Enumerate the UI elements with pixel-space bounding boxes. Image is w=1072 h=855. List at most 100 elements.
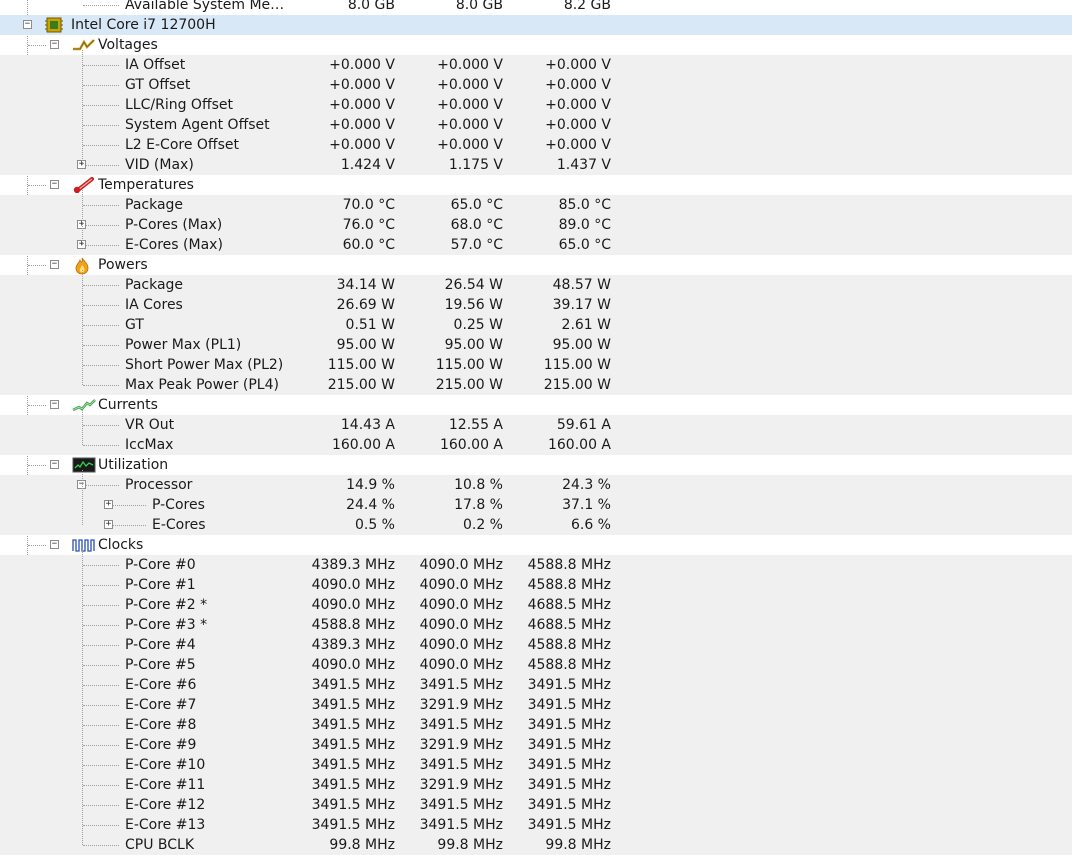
current-value: 60.0 °C [342,237,395,253]
sensor-label: E-Cores (Max) [125,237,223,253]
group-powers[interactable]: − Powers [0,255,1072,275]
row-available-system-memory[interactable]: Available System Me… 8.0 GB 8.0 GB 8.2 GB [0,0,1072,15]
sensor-label: IccMax [125,437,174,453]
row-e-core-9[interactable]: E-Core #9 3491.5 MHz 3291.9 MHz 3491.5 MHz [0,735,1072,755]
row-processor[interactable]: − Processor 14.9 % 10.8 % 24.3 % [0,475,1072,495]
max-value: 6.6 % [570,517,611,533]
current-value: 26.69 W [336,297,395,313]
row-e-core-13[interactable]: E-Core #13 3491.5 MHz 3491.5 MHz 3491.5 MHz [0,815,1072,835]
expand-toggle-icon[interactable]: + [104,520,113,529]
row-l2-e-core-offset[interactable]: L2 E-Core Offset +0.000 V +0.000 V +0.000 V [0,135,1072,155]
max-value: 2.61 W [561,317,611,333]
collapse-toggle-icon[interactable]: − [50,180,59,189]
sensor-label: GT Offset [125,77,191,93]
tree-guide-group [82,190,83,245]
max-value: 1.437 V [556,157,611,173]
sensor-label: E-Core #13 [125,817,206,833]
max-value: 4688.5 MHz [527,597,611,613]
row-p-core-1[interactable]: P-Core #1 4090.0 MHz 4090.0 MHz 4588.8 MHz [0,575,1072,595]
group-label: Utilization [98,457,169,473]
min-value: 3491.5 MHz [419,677,503,693]
sensor-label: E-Core #11 [125,777,206,793]
row-temp-package[interactable]: Package 70.0 °C 65.0 °C 85.0 °C [0,195,1072,215]
row-util-p-cores[interactable]: + P-Cores 24.4 % 17.8 % 37.1 % [0,495,1072,515]
min-value: 160.00 A [439,437,503,453]
row-iccmax[interactable]: IccMax 160.00 A 160.00 A 160.00 A [0,435,1072,455]
row-p-core-4[interactable]: P-Core #4 4389.3 MHz 4090.0 MHz 4588.8 MHz [0,635,1072,655]
sensor-label: P-Cores (Max) [125,217,223,233]
tree-guide-group [82,470,83,525]
row-p-core-2[interactable]: P-Core #2 * 4090.0 MHz 4090.0 MHz 4688.5 MH… [0,595,1072,615]
row-power-package[interactable]: Package 34.14 W 26.54 W 48.57 W [0,275,1072,295]
row-e-core-12[interactable]: E-Core #12 3491.5 MHz 3491.5 MHz 3491.5 MHz [0,795,1072,815]
current-value: 3491.5 MHz [311,677,395,693]
max-value: 4588.8 MHz [527,577,611,593]
row-llc-ring-offset[interactable]: LLC/Ring Offset +0.000 V +0.000 V +0.000 V [0,95,1072,115]
max-value: 24.3 % [562,477,611,493]
sensor-label: P-Cores [152,497,205,513]
row-e-core-8[interactable]: E-Core #8 3491.5 MHz 3491.5 MHz 3491.5 MHz [0,715,1072,735]
row-intel-core-i7-12700h[interactable]: − Intel Core i7 12700H [0,15,1072,35]
sensor-tree[interactable]: Available System Me… 8.0 GB 8.0 GB 8.2 GB − I… [0,0,1072,855]
row-p-cores-max[interactable]: + P-Cores (Max) 76.0 °C 68.0 °C 89.0 °C [0,215,1072,235]
collapse-toggle-icon[interactable]: − [50,400,59,409]
row-short-power-max-pl2[interactable]: Short Power Max (PL2) 115.00 W 115.00 W 115… [0,355,1072,375]
row-e-core-10[interactable]: E-Core #10 3491.5 MHz 3491.5 MHz 3491.5 MHz [0,755,1072,775]
group-clocks[interactable]: − Clocks [0,535,1072,555]
max-value: 4588.8 MHz [527,557,611,573]
cpu-chip-icon [44,17,64,33]
current-value: 34.14 W [336,277,395,293]
max-value: 160.00 A [547,437,611,453]
max-value: 8.2 GB [563,0,611,13]
sensor-label: IA Offset [125,57,186,73]
min-value: 57.0 °C [450,237,503,253]
sensor-label: Processor [125,477,193,493]
row-gt-offset[interactable]: GT Offset +0.000 V +0.000 V +0.000 V [0,75,1072,95]
row-ia-cores[interactable]: IA Cores 26.69 W 19.56 W 39.17 W [0,295,1072,315]
min-value: 17.8 % [454,497,503,513]
max-value: 4588.8 MHz [527,637,611,653]
min-value: 4090.0 MHz [419,557,503,573]
row-cpu-bclk[interactable]: CPU BCLK 99.8 MHz 99.8 MHz 99.8 MHz [0,835,1072,855]
collapse-toggle-icon[interactable]: − [23,20,32,29]
row-ia-offset[interactable]: IA Offset +0.000 V +0.000 V +0.000 V [0,55,1072,75]
collapse-toggle-icon[interactable]: − [50,40,59,49]
group-label: Voltages [98,37,158,53]
row-util-e-cores[interactable]: + E-Cores 0.5 % 0.2 % 6.6 % [0,515,1072,535]
row-system-agent-offset[interactable]: System Agent Offset +0.000 V +0.000 V +0.00… [0,115,1072,135]
group-voltages[interactable]: − Voltages [0,35,1072,55]
row-p-core-5[interactable]: P-Core #5 4090.0 MHz 4090.0 MHz 4588.8 MHz [0,655,1072,675]
collapse-toggle-icon[interactable]: − [50,460,59,469]
current-value: 4389.3 MHz [311,557,395,573]
row-gt[interactable]: GT 0.51 W 0.25 W 2.61 W [0,315,1072,335]
row-power-max-pl1[interactable]: Power Max (PL1) 95.00 W 95.00 W 95.00 W [0,335,1072,355]
row-e-core-11[interactable]: E-Core #11 3491.5 MHz 3291.9 MHz 3491.5 MHz [0,775,1072,795]
max-value: 3491.5 MHz [527,797,611,813]
row-max-peak-power-pl4[interactable]: Max Peak Power (PL4) 215.00 W 215.00 W 215.… [0,375,1072,395]
min-value: 26.54 W [444,277,503,293]
row-p-core-0[interactable]: P-Core #0 4389.3 MHz 4090.0 MHz 4588.8 MHz [0,555,1072,575]
tree-guide-group [82,550,83,845]
group-temperatures[interactable]: − Temperatures [0,175,1072,195]
max-value: 3491.5 MHz [527,677,611,693]
current-value: 3491.5 MHz [311,737,395,753]
min-value: 65.0 °C [450,197,503,213]
collapse-toggle-icon[interactable]: − [50,260,59,269]
row-vid-max[interactable]: + VID (Max) 1.424 V 1.175 V 1.437 V [0,155,1072,175]
expand-toggle-icon[interactable]: + [104,500,113,509]
group-currents[interactable]: − Currents [0,395,1072,415]
row-e-core-6[interactable]: E-Core #6 3491.5 MHz 3491.5 MHz 3491.5 MHz [0,675,1072,695]
row-p-core-3[interactable]: P-Core #3 * 4588.8 MHz 4090.0 MHz 4688.5 MH… [0,615,1072,635]
max-value: +0.000 V [545,57,611,73]
group-utilization[interactable]: − Utilization [0,455,1072,475]
current-value: 3491.5 MHz [311,817,395,833]
min-value: 10.8 % [454,477,503,493]
row-vr-out[interactable]: VR Out 14.43 A 12.55 A 59.61 A [0,415,1072,435]
current-value: 14.43 A [340,417,395,433]
max-value: +0.000 V [545,97,611,113]
tree-guide-group [82,50,83,165]
row-e-cores-max[interactable]: + E-Cores (Max) 60.0 °C 57.0 °C 65.0 °C [0,235,1072,255]
min-value: 99.8 MHz [437,837,503,853]
collapse-toggle-icon[interactable]: − [50,540,59,549]
row-e-core-7[interactable]: E-Core #7 3491.5 MHz 3291.9 MHz 3491.5 MHz [0,695,1072,715]
